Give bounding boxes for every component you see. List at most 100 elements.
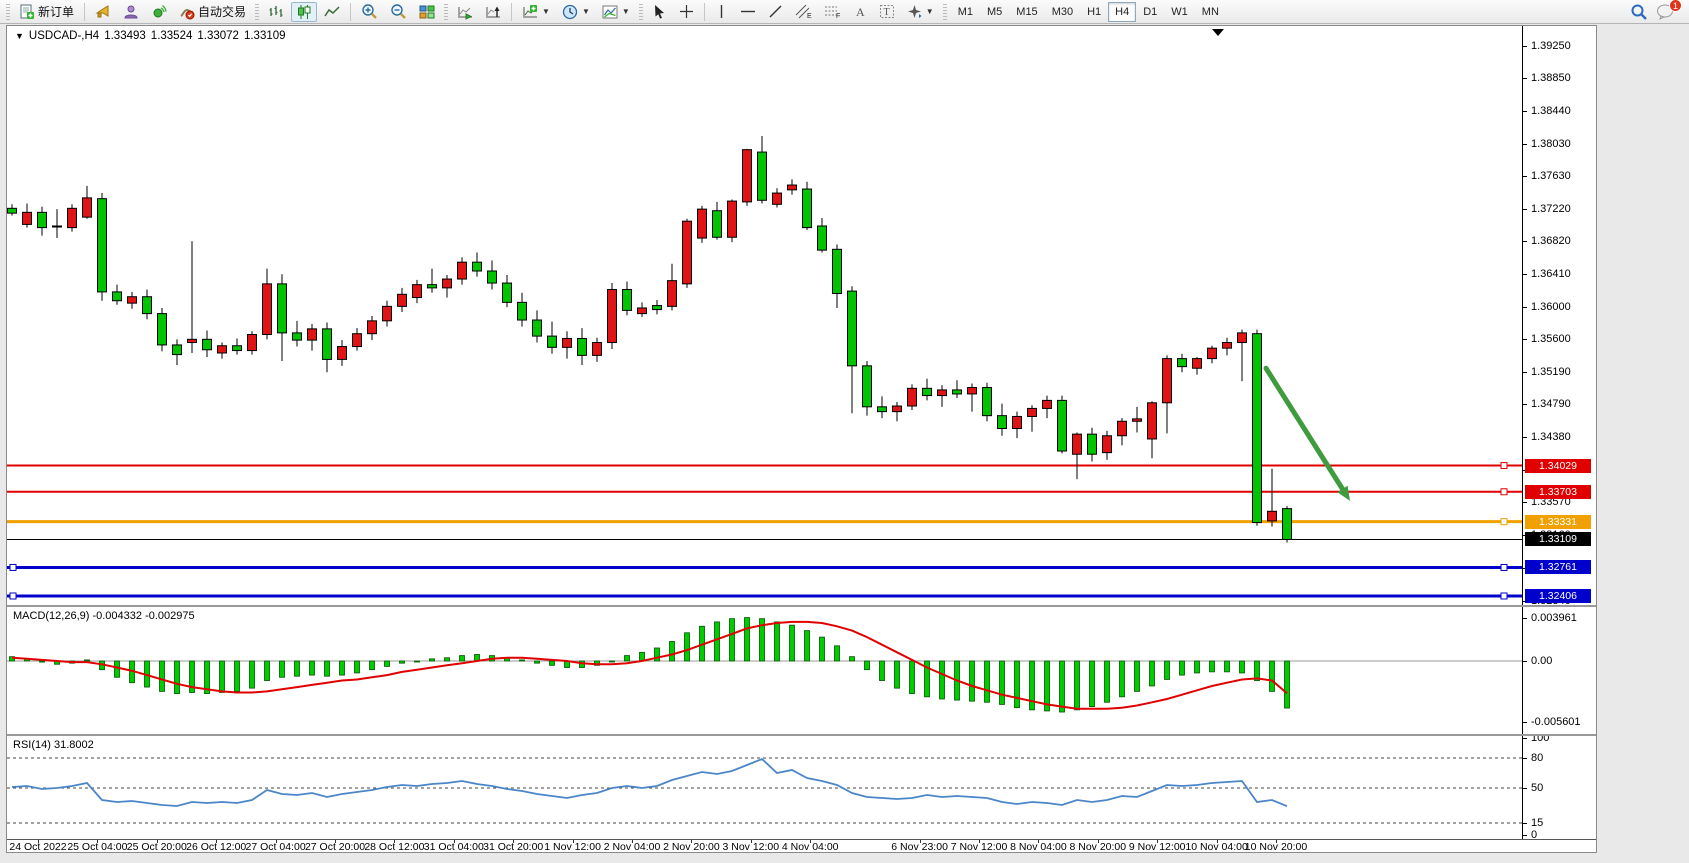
bar-chart-button[interactable] [263, 2, 289, 22]
candle [758, 136, 767, 204]
candle [383, 301, 392, 327]
timeframe-button-m1[interactable]: M1 [951, 2, 980, 22]
time-tick-label: 1 Nov 12:00 [544, 841, 601, 853]
macd-histogram-bar [310, 661, 315, 675]
chart-header[interactable]: ▼ USDCAD-,H4 1.33493 1.33524 1.33072 1.3… [15, 30, 286, 42]
candle [1163, 355, 1172, 433]
price-tick-mark [1523, 404, 1527, 405]
line-handle[interactable] [1501, 463, 1507, 469]
arrows-tool-button[interactable]: ▼ [902, 2, 939, 22]
chart-shift-button[interactable] [480, 2, 506, 22]
macd-histogram-bar [1105, 661, 1110, 702]
candle [728, 199, 737, 242]
macd-histogram-bar [850, 657, 855, 661]
timeframe-button-d1[interactable]: D1 [1136, 2, 1164, 22]
macd-plot-area[interactable] [7, 607, 1523, 734]
line-handle[interactable] [1501, 519, 1507, 525]
chat-button[interactable]: 1 [1656, 3, 1675, 20]
tile-windows-button[interactable] [414, 2, 440, 22]
line-handle[interactable] [1501, 564, 1507, 570]
candle [98, 193, 107, 301]
price-tick-label: 1.35190 [1531, 366, 1571, 378]
templates-button[interactable]: ▼ [597, 2, 635, 22]
candle [293, 321, 302, 347]
price-axis[interactable]: 1.392501.388501.384401.380301.376301.372… [1523, 26, 1596, 605]
candle [1208, 346, 1217, 364]
timeframe-button-mn[interactable]: MN [1195, 2, 1226, 22]
line-handle[interactable] [1501, 593, 1507, 599]
crosshair-tool-button[interactable] [674, 2, 699, 22]
rsi-chart [7, 736, 1523, 839]
horizontal-line-tool-button[interactable] [735, 2, 761, 22]
fibonacci-tool-button[interactable]: F [819, 2, 846, 22]
symbol-dropdown-icon[interactable]: ▼ [15, 31, 24, 41]
zoom-out-button[interactable] [385, 2, 412, 22]
svg-text:E: E [807, 13, 812, 19]
bar-chart-icon [268, 4, 284, 20]
autotrading-button[interactable]: 自动交易 [174, 2, 251, 22]
timeframe-button-m5[interactable]: M5 [980, 2, 1009, 22]
time-tick-label: 27 Oct 04:00 [246, 841, 306, 853]
time-tick-label: 8 Nov 04:00 [1010, 841, 1067, 853]
svg-text:A: A [856, 5, 865, 19]
price-tick-label: 1.34790 [1531, 398, 1571, 410]
macd-histogram-bar [415, 661, 420, 662]
signal-button[interactable] [146, 2, 172, 22]
equidistant-channel-tool-button[interactable]: E [790, 2, 817, 22]
timeframe-button-m30[interactable]: M30 [1045, 2, 1080, 22]
candle [608, 283, 617, 349]
rsi-plot-area[interactable] [7, 736, 1523, 839]
chart-shift-marker-icon[interactable] [1212, 29, 1224, 36]
auto-scroll-button[interactable] [452, 2, 478, 22]
price-tick-mark [1523, 339, 1527, 340]
periods-button[interactable]: ▼ [557, 2, 595, 22]
price-tick-label: 1.38030 [1531, 138, 1571, 150]
chevron-down-icon: ▼ [582, 7, 590, 16]
alert-sound-button[interactable] [90, 2, 116, 22]
line-handle[interactable] [1501, 489, 1507, 495]
macd-histogram-bar [625, 656, 630, 661]
zoom-in-button[interactable] [356, 2, 383, 22]
profile-button[interactable] [118, 2, 144, 22]
text-label-tool-button[interactable]: T [874, 2, 900, 22]
indicators-button[interactable]: ▼ [517, 2, 555, 22]
text-tool-button[interactable]: A [848, 2, 872, 22]
new-order-button[interactable]: 新订单 [14, 2, 79, 22]
bar-close-value: 1.33109 [244, 30, 286, 42]
trend-arrow[interactable] [1266, 368, 1350, 501]
timeframe-button-h1[interactable]: H1 [1080, 2, 1108, 22]
timeframe-button-m15[interactable]: M15 [1009, 2, 1044, 22]
rsi-tick-mark [1523, 738, 1527, 739]
timeframe-button-h4[interactable]: H4 [1108, 2, 1136, 22]
crosshair-icon [679, 4, 694, 19]
time-axis[interactable]: 24 Oct 202225 Oct 04:0025 Oct 20:0026 Oc… [7, 839, 1596, 852]
chart-title: USDCAD-,H4 [29, 30, 99, 42]
vertical-line-tool-button[interactable] [710, 2, 733, 22]
timeframe-button-w1[interactable]: W1 [1164, 2, 1195, 22]
search-button[interactable] [1630, 3, 1648, 21]
cursor-tool-button[interactable] [647, 2, 672, 22]
line-chart-button[interactable] [319, 2, 345, 22]
macd-histogram-bar [820, 637, 825, 661]
candle [848, 286, 857, 413]
price-tick-label: 1.34380 [1531, 431, 1571, 443]
line-handle[interactable] [10, 564, 16, 570]
macd-histogram-bar [670, 641, 675, 661]
price-line-label-1.34029: 1.34029 [1525, 459, 1591, 473]
candle [203, 330, 212, 357]
macd-axis[interactable]: 0.0039610.00-0.005601 [1523, 607, 1596, 734]
separator [84, 3, 85, 21]
candle [8, 204, 17, 215]
candle [53, 209, 62, 238]
price-plot-area[interactable] [7, 26, 1523, 605]
trendline-tool-button[interactable] [763, 2, 788, 22]
macd-histogram-bar [940, 661, 945, 699]
line-handle[interactable] [10, 593, 16, 599]
candle [563, 331, 572, 358]
candlestick-chart-button[interactable] [291, 2, 317, 22]
rsi-panel: RSI(14) 31.8002 1008050150 [7, 734, 1596, 839]
price-tick-label: 1.35600 [1531, 333, 1571, 345]
macd-histogram-bar [355, 661, 360, 673]
price-tick-label: 1.37220 [1531, 203, 1571, 215]
rsi-axis[interactable]: 1008050150 [1523, 736, 1596, 839]
